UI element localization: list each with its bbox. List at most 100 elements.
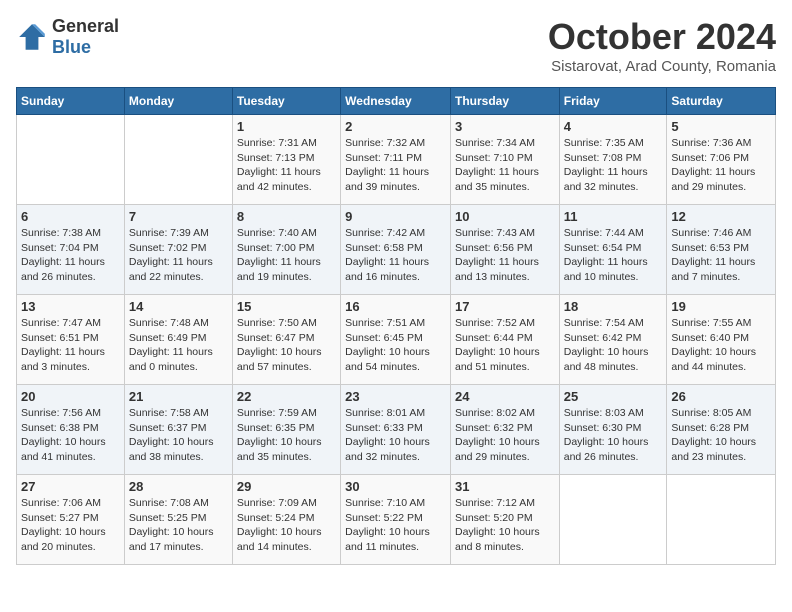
calendar-cell [667, 475, 776, 565]
day-info: Sunrise: 7:35 AM Sunset: 7:08 PM Dayligh… [564, 136, 663, 195]
day-info: Sunrise: 7:56 AM Sunset: 6:38 PM Dayligh… [21, 406, 120, 465]
calendar-week-row: 27 Sunrise: 7:06 AM Sunset: 5:27 PM Dayli… [17, 475, 776, 565]
weekday-header-sunday: Sunday [17, 88, 125, 115]
weekday-header-saturday: Saturday [667, 88, 776, 115]
calendar-cell: 1 Sunrise: 7:31 AM Sunset: 7:13 PM Daylig… [232, 115, 340, 205]
day-info: Sunrise: 7:58 AM Sunset: 6:37 PM Dayligh… [129, 406, 228, 465]
day-number: 28 [129, 479, 228, 494]
day-number: 20 [21, 389, 120, 404]
logo-general-text: General [52, 16, 119, 37]
day-number: 3 [455, 119, 555, 134]
calendar-header: SundayMondayTuesdayWednesdayThursdayFrid… [17, 88, 776, 115]
weekday-header-tuesday: Tuesday [232, 88, 340, 115]
day-number: 16 [345, 299, 446, 314]
calendar-cell: 10 Sunrise: 7:43 AM Sunset: 6:56 PM Dayli… [450, 205, 559, 295]
day-info: Sunrise: 8:05 AM Sunset: 6:28 PM Dayligh… [671, 406, 771, 465]
page-header: General Blue October 2024 Sistarovat, Ar… [16, 16, 776, 75]
day-info: Sunrise: 7:40 AM Sunset: 7:00 PM Dayligh… [237, 226, 336, 285]
calendar-cell: 28 Sunrise: 7:08 AM Sunset: 5:25 PM Dayli… [124, 475, 232, 565]
day-number: 29 [237, 479, 336, 494]
calendar-cell: 18Sunrise: 7:54 AM Sunset: 6:42 PM Dayli… [559, 295, 667, 385]
calendar-cell: 13 Sunrise: 7:47 AM Sunset: 6:51 PM Dayli… [17, 295, 125, 385]
day-info: Sunrise: 8:01 AM Sunset: 6:33 PM Dayligh… [345, 406, 446, 465]
day-info: Sunrise: 8:03 AM Sunset: 6:30 PM Dayligh… [564, 406, 663, 465]
day-info: Sunrise: 7:36 AM Sunset: 7:06 PM Dayligh… [671, 136, 771, 195]
day-number: 5 [671, 119, 771, 134]
day-info: Sunrise: 7:10 AM Sunset: 5:22 PM Dayligh… [345, 496, 446, 555]
calendar-cell: 21 Sunrise: 7:58 AM Sunset: 6:37 PM Dayli… [124, 385, 232, 475]
day-number: 10 [455, 209, 555, 224]
day-number: 7 [129, 209, 228, 224]
day-number: 19 [671, 299, 771, 314]
day-info: Sunrise: 7:34 AM Sunset: 7:10 PM Dayligh… [455, 136, 555, 195]
day-number: 21 [129, 389, 228, 404]
day-info: Sunrise: 7:44 AM Sunset: 6:54 PM Dayligh… [564, 226, 663, 285]
day-number: 23 [345, 389, 446, 404]
day-number: 22 [237, 389, 336, 404]
weekday-header-row: SundayMondayTuesdayWednesdayThursdayFrid… [17, 88, 776, 115]
calendar-cell [124, 115, 232, 205]
calendar-week-row: 1 Sunrise: 7:31 AM Sunset: 7:13 PM Daylig… [17, 115, 776, 205]
month-title: October 2024 [548, 16, 776, 58]
logo-text: General Blue [52, 16, 119, 58]
calendar-cell: 3 Sunrise: 7:34 AM Sunset: 7:10 PM Daylig… [450, 115, 559, 205]
calendar-cell: 5 Sunrise: 7:36 AM Sunset: 7:06 PM Daylig… [667, 115, 776, 205]
day-info: Sunrise: 7:52 AM Sunset: 6:44 PM Dayligh… [455, 316, 555, 375]
day-info: Sunrise: 7:54 AM Sunset: 6:42 PM Dayligh… [564, 316, 663, 375]
day-info: Sunrise: 8:02 AM Sunset: 6:32 PM Dayligh… [455, 406, 555, 465]
calendar-cell: 16Sunrise: 7:51 AM Sunset: 6:45 PM Dayli… [341, 295, 451, 385]
day-number: 6 [21, 209, 120, 224]
calendar-body: 1 Sunrise: 7:31 AM Sunset: 7:13 PM Daylig… [17, 115, 776, 565]
logo-blue-text: Blue [52, 37, 119, 58]
day-info: Sunrise: 7:08 AM Sunset: 5:25 PM Dayligh… [129, 496, 228, 555]
day-info: Sunrise: 7:39 AM Sunset: 7:02 PM Dayligh… [129, 226, 228, 285]
day-info: Sunrise: 7:47 AM Sunset: 6:51 PM Dayligh… [21, 316, 120, 375]
calendar-cell: 26Sunrise: 8:05 AM Sunset: 6:28 PM Dayli… [667, 385, 776, 475]
calendar-cell: 17 Sunrise: 7:52 AM Sunset: 6:44 PM Dayli… [450, 295, 559, 385]
day-info: Sunrise: 7:09 AM Sunset: 5:24 PM Dayligh… [237, 496, 336, 555]
day-number: 13 [21, 299, 120, 314]
calendar-cell: 30 Sunrise: 7:10 AM Sunset: 5:22 PM Dayli… [341, 475, 451, 565]
day-info: Sunrise: 7:32 AM Sunset: 7:11 PM Dayligh… [345, 136, 446, 195]
calendar-cell: 19 Sunrise: 7:55 AM Sunset: 6:40 PM Dayli… [667, 295, 776, 385]
weekday-header-thursday: Thursday [450, 88, 559, 115]
day-info: Sunrise: 7:06 AM Sunset: 5:27 PM Dayligh… [21, 496, 120, 555]
calendar-cell: 15Sunrise: 7:50 AM Sunset: 6:47 PM Dayli… [232, 295, 340, 385]
day-number: 31 [455, 479, 555, 494]
day-number: 25 [564, 389, 663, 404]
weekday-header-monday: Monday [124, 88, 232, 115]
calendar-cell: 14Sunrise: 7:48 AM Sunset: 6:49 PM Dayli… [124, 295, 232, 385]
weekday-header-wednesday: Wednesday [341, 88, 451, 115]
day-info: Sunrise: 7:38 AM Sunset: 7:04 PM Dayligh… [21, 226, 120, 285]
calendar-cell [17, 115, 125, 205]
calendar-week-row: 20 Sunrise: 7:56 AM Sunset: 6:38 PM Dayli… [17, 385, 776, 475]
day-number: 24 [455, 389, 555, 404]
day-number: 1 [237, 119, 336, 134]
calendar-cell: 20 Sunrise: 7:56 AM Sunset: 6:38 PM Dayli… [17, 385, 125, 475]
title-block: October 2024 Sistarovat, Arad County, Ro… [548, 16, 776, 75]
day-number: 14 [129, 299, 228, 314]
day-info: Sunrise: 7:12 AM Sunset: 5:20 PM Dayligh… [455, 496, 555, 555]
calendar-cell: 9Sunrise: 7:42 AM Sunset: 6:58 PM Daylig… [341, 205, 451, 295]
day-number: 27 [21, 479, 120, 494]
day-number: 30 [345, 479, 446, 494]
calendar-cell: 24 Sunrise: 8:02 AM Sunset: 6:32 PM Dayli… [450, 385, 559, 475]
day-number: 9 [345, 209, 446, 224]
calendar-cell: 27 Sunrise: 7:06 AM Sunset: 5:27 PM Dayli… [17, 475, 125, 565]
day-number: 17 [455, 299, 555, 314]
calendar-cell: 12Sunrise: 7:46 AM Sunset: 6:53 PM Dayli… [667, 205, 776, 295]
calendar-cell: 22Sunrise: 7:59 AM Sunset: 6:35 PM Dayli… [232, 385, 340, 475]
day-info: Sunrise: 7:55 AM Sunset: 6:40 PM Dayligh… [671, 316, 771, 375]
calendar-cell [559, 475, 667, 565]
day-info: Sunrise: 7:31 AM Sunset: 7:13 PM Dayligh… [237, 136, 336, 195]
calendar-week-row: 13 Sunrise: 7:47 AM Sunset: 6:51 PM Dayli… [17, 295, 776, 385]
day-number: 2 [345, 119, 446, 134]
calendar-cell: 8Sunrise: 7:40 AM Sunset: 7:00 PM Daylig… [232, 205, 340, 295]
day-number: 4 [564, 119, 663, 134]
calendar-cell: 7 Sunrise: 7:39 AM Sunset: 7:02 PM Daylig… [124, 205, 232, 295]
day-info: Sunrise: 7:43 AM Sunset: 6:56 PM Dayligh… [455, 226, 555, 285]
day-info: Sunrise: 7:46 AM Sunset: 6:53 PM Dayligh… [671, 226, 771, 285]
calendar-cell: 2 Sunrise: 7:32 AM Sunset: 7:11 PM Daylig… [341, 115, 451, 205]
logo-icon [16, 21, 48, 53]
calendar-cell: 4 Sunrise: 7:35 AM Sunset: 7:08 PM Daylig… [559, 115, 667, 205]
